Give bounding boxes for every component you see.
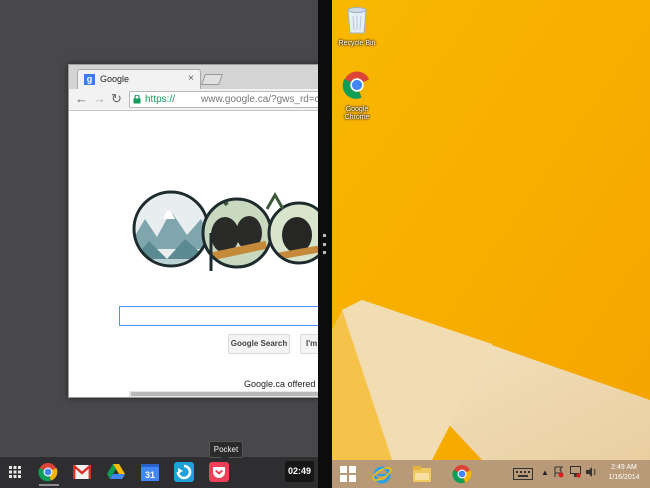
chrome-label-line1: Google (345, 106, 369, 113)
google-doodle-image[interactable] (127, 189, 318, 277)
action-center-flag-icon[interactable] (554, 466, 564, 480)
chromeos-desktop-pane: g Google × ← → ↻ https:// www.google.ca/… (0, 0, 318, 488)
calendar-icon[interactable]: 31 (139, 461, 161, 483)
touch-keyboard-icon[interactable] (511, 463, 535, 485)
internet-explorer-icon[interactable] (370, 463, 394, 485)
tab-strip: g Google × (69, 65, 318, 89)
divider-grip-handle[interactable] (322, 234, 328, 254)
pocket-icon[interactable] (208, 461, 230, 483)
lock-icon (133, 95, 141, 104)
feeling-lucky-button[interactable]: I'm (300, 334, 318, 354)
chrome-label-line2: Chrome (344, 114, 370, 121)
clock-date: 1/16/2014 (608, 474, 640, 481)
google-chrome-shortcut[interactable]: Google Chrome (332, 70, 382, 122)
chrome-browser-window[interactable]: g Google × ← → ↻ https:// www.google.ca/… (68, 64, 318, 398)
volume-icon[interactable] (586, 467, 597, 479)
desktop-wallpaper (332, 0, 650, 460)
url-text: www.google.ca/?gws_rd=cr&ei= (201, 94, 318, 105)
taskbar-chrome-icon[interactable] (450, 463, 474, 485)
address-bar[interactable]: https:// www.google.ca/?gws_rd=cr&ei= (129, 91, 318, 108)
file-explorer-icon[interactable] (410, 463, 434, 485)
new-tab-button[interactable] (200, 74, 224, 85)
google-search-button[interactable]: Google Search (228, 334, 290, 354)
tooltip-arrow (221, 457, 229, 461)
url-scheme: https:// (145, 94, 176, 105)
browser-toolbar: ← → ↻ https:// www.google.ca/?gws_rd=cr&… (69, 89, 318, 111)
offered-in-text: Google.ca offered in (244, 379, 318, 389)
start-button-icon[interactable] (336, 463, 360, 485)
recycle-bin-icon (347, 7, 367, 34)
google-drive-icon[interactable] (105, 461, 127, 483)
shelf-clock[interactable]: 02:49 (285, 461, 314, 482)
google-favicon-icon: g (84, 74, 95, 85)
recycle-bin-shortcut[interactable]: Recycle Bin (332, 4, 382, 48)
search-input[interactable] (119, 306, 318, 326)
forward-arrow-icon[interactable]: → (93, 92, 106, 106)
chrome-icon[interactable] (37, 461, 59, 483)
network-icon[interactable] (570, 466, 581, 480)
clock-time: 2:49 AM (611, 464, 637, 471)
calendar-day: 31 (141, 463, 159, 481)
pocket-tooltip: Pocket (209, 441, 243, 458)
tab-title: Google (100, 74, 130, 84)
windows-desktop: Recycle Bin Google Chrome (332, 0, 650, 460)
app-launcher-icon[interactable] (4, 461, 26, 483)
gmail-icon[interactable] (71, 461, 93, 483)
shelf-active-indicator (39, 484, 59, 486)
horizontal-scrollbar-thumb[interactable] (131, 392, 318, 396)
recycle-bin-label: Recycle Bin (338, 40, 376, 47)
drop-app-icon[interactable] (173, 461, 195, 483)
show-hidden-icons-chevron[interactable]: ▲ (541, 468, 549, 477)
chrome-desktop-icon (342, 71, 372, 99)
taskbar-clock[interactable]: 2:49 AM 1/16/2014 (602, 463, 646, 483)
tab-close-icon[interactable]: × (188, 73, 194, 84)
tab-google[interactable]: g Google × (77, 69, 201, 89)
reload-icon[interactable]: ↻ (111, 92, 122, 106)
back-arrow-icon[interactable]: ← (75, 92, 88, 106)
